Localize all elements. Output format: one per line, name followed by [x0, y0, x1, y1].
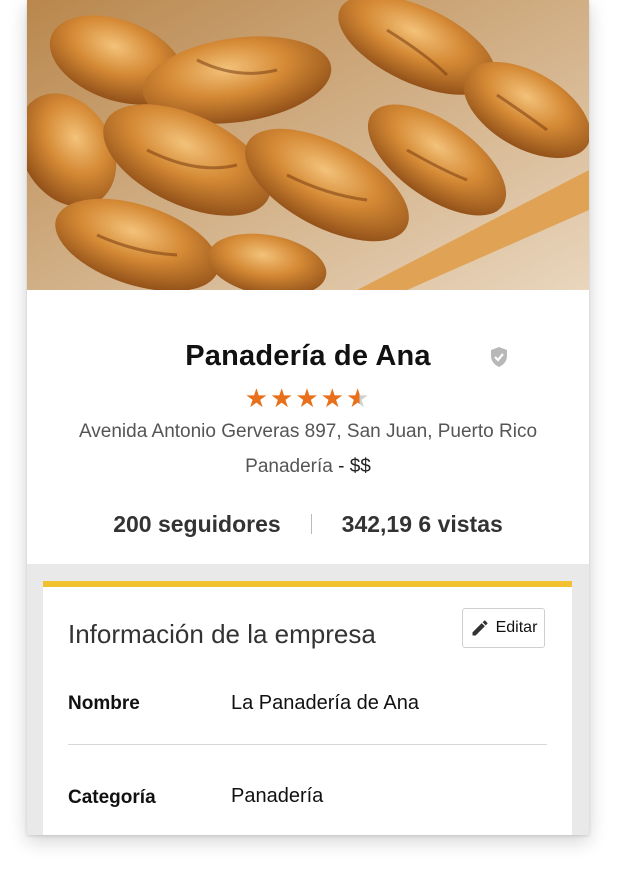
star-icon: ★	[320, 383, 346, 413]
row-divider	[68, 744, 547, 745]
price-level: $$	[349, 456, 371, 477]
info-section: Información de la empresa Editar Nombre …	[27, 564, 589, 835]
business-header: Panadería de Ana ★★★★★ Avenida Antonio G…	[27, 290, 589, 564]
half-star-icon: ★	[345, 383, 372, 413]
followers-count: 200 seguidores	[113, 510, 281, 537]
name-label: Nombre	[68, 693, 140, 714]
business-address: Avenida Antonio Gerveras 897, San Juan, …	[78, 421, 538, 442]
edit-button-label: Editar	[495, 619, 538, 636]
section-title: Información de la empresa	[68, 619, 376, 649]
stats-row: 200 seguidores 342,19 6 vistas	[27, 509, 589, 539]
business-category: Panadería	[245, 456, 333, 477]
views-count: 342,19 6 vistas	[341, 510, 503, 537]
company-info-card: Información de la empresa Editar Nombre …	[43, 581, 572, 835]
star-icon: ★	[295, 383, 321, 413]
star-icon: ★	[270, 383, 296, 413]
business-card: Panadería de Ana ★★★★★ Avenida Antonio G…	[27, 0, 589, 835]
edit-button[interactable]: Editar	[462, 608, 545, 648]
stats-divider	[310, 514, 312, 534]
category-value: Panadería	[231, 785, 324, 807]
pencil-icon	[472, 620, 488, 636]
star-rating: ★★★★★	[27, 385, 589, 411]
category-label: Categoría	[68, 787, 156, 808]
name-value: La Panadería de Ana	[231, 692, 419, 714]
shield-check-icon	[491, 347, 507, 367]
cover-photo	[27, 0, 589, 290]
separator: -	[332, 456, 350, 477]
category-price-line: Panadería - $$	[27, 456, 589, 478]
star-icon: ★	[244, 383, 271, 413]
